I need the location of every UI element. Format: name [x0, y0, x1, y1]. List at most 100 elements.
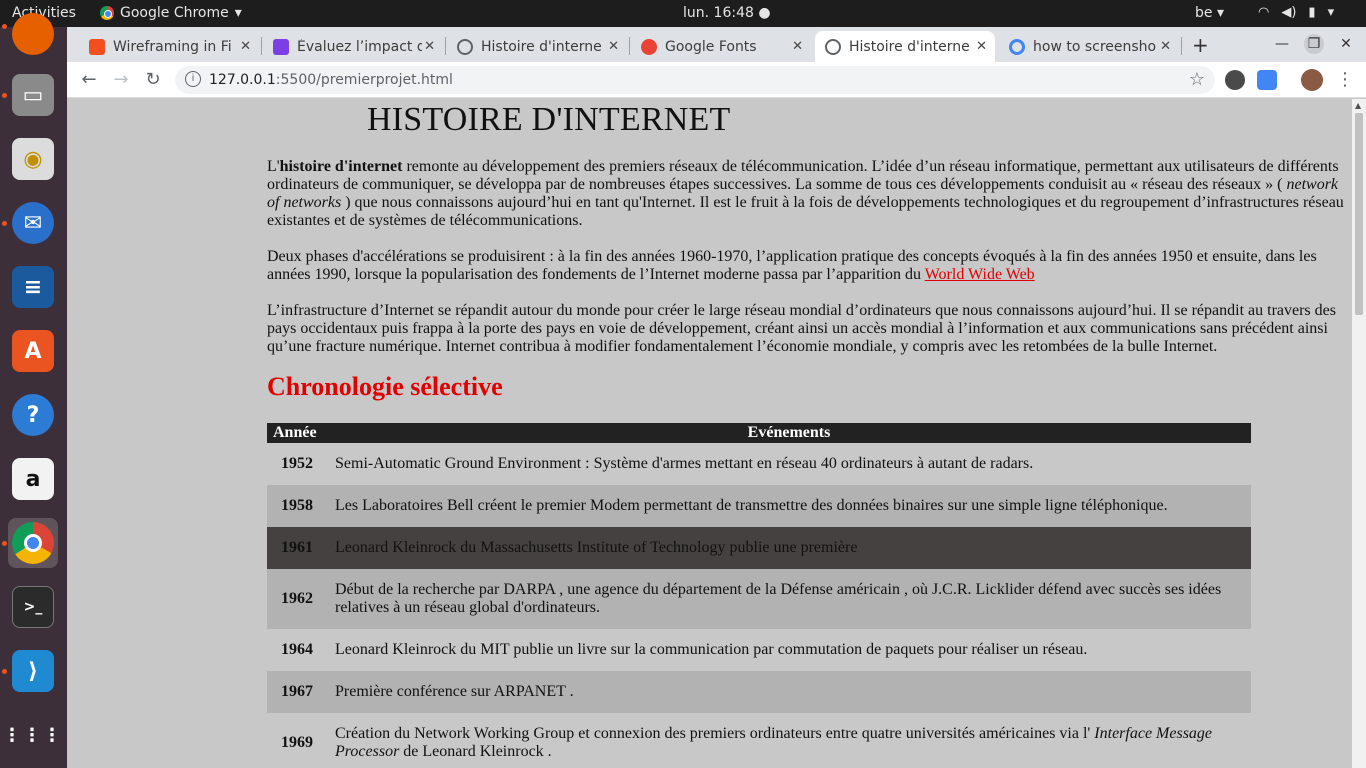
year-cell: 1969: [267, 713, 327, 768]
close-window-button[interactable]: ✕: [1336, 34, 1356, 54]
event-cell: Création du Network Working Group et con…: [327, 713, 1251, 768]
tab-title: Histoire d'interne: [849, 38, 970, 55]
text-fragment: de Leonard Kleinrock .: [399, 743, 552, 760]
translate-icon[interactable]: [1257, 70, 1277, 90]
text-fragment: L': [267, 158, 280, 175]
column-header-year: Année: [267, 423, 327, 443]
firefox-icon: [12, 13, 54, 55]
scroll-up-icon[interactable]: ▲: [1355, 101, 1361, 110]
dock-vscode[interactable]: ⟩: [8, 646, 58, 696]
info-icon[interactable]: i: [185, 71, 201, 87]
dock-firefox[interactable]: [8, 9, 58, 59]
bookmark-star-icon[interactable]: ☆: [1189, 69, 1205, 90]
avatar[interactable]: [1301, 69, 1323, 91]
clock-label: lun. 16:48: [683, 5, 754, 21]
year-cell: 1961: [267, 527, 327, 569]
writer-icon: ≡: [12, 266, 54, 308]
event-cell: Leonard Kleinrock du Massachusetts Insti…: [327, 527, 1251, 569]
help-icon: ?: [12, 394, 54, 436]
dock-amazon[interactable]: a: [8, 454, 58, 504]
www-link[interactable]: World Wide Web: [925, 266, 1035, 283]
dock-writer[interactable]: ≡: [8, 262, 58, 312]
tab-title: Évaluez l’impact d: [297, 38, 422, 55]
forward-button[interactable]: →: [109, 68, 133, 92]
reload-button[interactable]: ↻: [141, 68, 165, 92]
vscode-icon: ⟩: [12, 650, 54, 692]
close-icon[interactable]: ✕: [608, 39, 619, 54]
table-row: 1952 Semi-Automatic Ground Environment :…: [267, 443, 1251, 485]
timeline-table: Année Evénements 1952 Semi-Automatic Gro…: [267, 423, 1251, 768]
dock-rhythmbox[interactable]: ◉: [8, 134, 58, 184]
tab-histoire-active[interactable]: Histoire d'interne ✕: [815, 31, 995, 62]
battery-icon: ▮: [1308, 5, 1316, 20]
table-row: 1958 Les Laboratoires Bell créent le pre…: [267, 485, 1251, 527]
back-button[interactable]: ←: [77, 68, 101, 92]
restore-button[interactable]: ❐: [1304, 34, 1324, 54]
tab-histoire-1[interactable]: Histoire d'interne ✕: [447, 31, 627, 62]
close-icon[interactable]: ✕: [240, 39, 251, 54]
globe-icon: [825, 38, 841, 55]
browser-toolbar: ← → ↻ i 127.0.0.1:5500/premierprojet.htm…: [67, 62, 1366, 98]
system-status-menu[interactable]: ◠ ◀) ▮ ▾: [1258, 5, 1334, 20]
tab-title: Google Fonts: [665, 38, 757, 55]
tab-title: Histoire d'interne: [481, 38, 602, 55]
extension-icon[interactable]: [1225, 70, 1245, 90]
close-icon[interactable]: ✕: [976, 39, 987, 54]
tab-wireframing[interactable]: Wireframing in Fi ✕: [79, 31, 259, 62]
chevron-down-icon: ▾: [1327, 5, 1335, 20]
event-cell: Les Laboratoires Bell créent le premier …: [327, 485, 1251, 527]
url-path: :5500/premierprojet.html: [275, 72, 453, 88]
url-host: 127.0.0.1: [209, 72, 276, 88]
keyboard-layout[interactable]: be ▾: [1195, 5, 1224, 21]
infrastructure-paragraph: L’infrastructure d’Internet se répandit …: [267, 302, 1336, 355]
globe-icon: [457, 38, 473, 55]
dock-chrome[interactable]: [8, 518, 58, 568]
chevron-down-icon: ▾: [234, 5, 242, 21]
thunderbird-icon: ✉: [12, 202, 54, 244]
page-scrollbar[interactable]: ▲: [1352, 99, 1366, 768]
show-applications-button[interactable]: ⋮⋮⋮: [3, 710, 63, 760]
chrome-icon: [12, 522, 54, 564]
address-bar[interactable]: i 127.0.0.1:5500/premierprojet.html ☆: [175, 66, 1215, 94]
dock-software[interactable]: A: [8, 326, 58, 376]
page-title: HISTOIRE D'INTERNET: [367, 101, 731, 138]
new-tab-button[interactable]: +: [1192, 33, 1209, 57]
clock[interactable]: lun. 16:48 ●: [683, 5, 771, 21]
close-icon[interactable]: ✕: [792, 39, 803, 54]
close-icon[interactable]: ✕: [1160, 39, 1171, 54]
dock-thunderbird[interactable]: ✉: [8, 198, 58, 248]
column-header-events: Evénements: [327, 423, 1251, 443]
year-cell: 1958: [267, 485, 327, 527]
system-top-bar: Activities Google Chrome ▾ lun. 16:48 ● …: [0, 0, 1366, 27]
tab-evaluez[interactable]: Évaluez l’impact d ✕: [263, 31, 443, 62]
event-cell: Première conférence sur ARPANET .: [327, 671, 1251, 713]
phases-paragraph: Deux phases d'accélérations se produisir…: [267, 248, 1347, 284]
scrollbar-thumb[interactable]: [1355, 113, 1363, 315]
text-fragment: Deux phases d'accélérations se produisir…: [267, 248, 1317, 283]
dock-files[interactable]: ▭: [8, 70, 58, 120]
grid-icon: ⋮⋮⋮: [3, 724, 63, 746]
bold-term: histoire d'internet: [279, 158, 403, 175]
dock-help[interactable]: ?: [8, 390, 58, 440]
event-cell: Début de la recherche par DARPA , une ag…: [327, 569, 1251, 629]
table-header-row: Année Evénements: [267, 423, 1251, 443]
minimize-button[interactable]: —: [1272, 34, 1292, 54]
event-cell: Semi-Automatic Ground Environment : Syst…: [327, 443, 1251, 485]
table-row: 1962 Début de la recherche par DARPA , u…: [267, 569, 1251, 629]
keyboard-layout-label: be: [1195, 5, 1213, 21]
intro-paragraph: L'histoire d'internet remonte au dévelop…: [267, 158, 1347, 230]
year-cell: 1967: [267, 671, 327, 713]
tab-google-fonts[interactable]: Google Fonts ✕: [631, 31, 811, 62]
table-row: 1969 Création du Network Working Group e…: [267, 713, 1251, 768]
more-menu-icon[interactable]: ⋮: [1333, 68, 1357, 92]
app-menu-label: Google Chrome: [120, 5, 229, 21]
tab-how-to-screenshot[interactable]: how to screensho ✕: [999, 31, 1179, 62]
files-icon: ▭: [12, 74, 54, 116]
app-menu[interactable]: Google Chrome ▾: [100, 5, 242, 21]
dock-terminal[interactable]: >_: [8, 582, 58, 632]
openclassrooms-icon: [273, 38, 289, 55]
year-cell: 1962: [267, 569, 327, 629]
close-icon[interactable]: ✕: [424, 39, 435, 54]
figma-icon: [89, 38, 105, 55]
volume-icon: ◀): [1281, 5, 1297, 20]
